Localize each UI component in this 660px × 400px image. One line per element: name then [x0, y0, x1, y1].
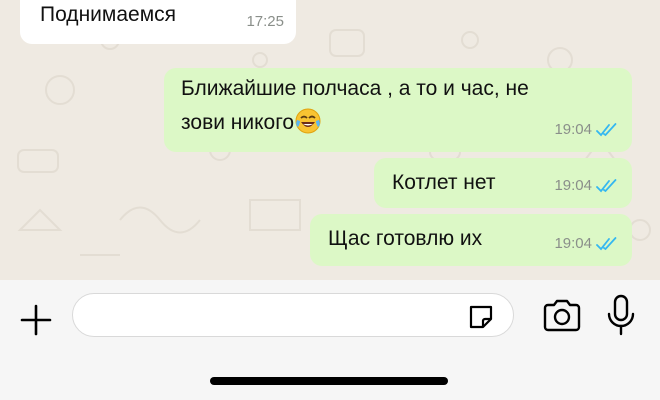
face-with-tears-of-joy-icon: [295, 108, 321, 134]
camera-icon[interactable]: [542, 298, 582, 334]
message-time: 19:04: [554, 121, 592, 138]
message-text-line-2: зови никого: [181, 108, 321, 138]
message-bubble-incoming[interactable]: Поднимаемся 17:25: [20, 0, 296, 44]
message-input-bar: [0, 280, 660, 400]
message-text-line-2-text: зови никого: [181, 111, 295, 134]
message-time: 19:04: [554, 177, 592, 194]
message-time: 17:25: [246, 13, 284, 30]
message-meta: 19:04: [554, 115, 620, 145]
sticker-icon[interactable]: [466, 302, 496, 332]
message-meta: 19:04: [554, 229, 620, 259]
message-bubble-outgoing[interactable]: Щас готовлю их 19:04: [310, 214, 632, 266]
message-time: 19:04: [554, 235, 592, 252]
home-indicator[interactable]: [210, 377, 448, 385]
message-text: Поднимаемся: [40, 3, 176, 26]
message-text: Щас готовлю их: [328, 227, 483, 250]
message-meta: 19:04: [554, 171, 620, 201]
microphone-icon[interactable]: [606, 294, 636, 338]
chat-area[interactable]: Поднимаемся 17:25 Ближайшие полчаса , а …: [0, 0, 660, 280]
double-check-read-icon: [596, 237, 617, 251]
double-check-read-icon: [596, 123, 617, 137]
message-bubble-outgoing[interactable]: Ближайшие полчаса , а то и час, не зови …: [164, 68, 632, 152]
double-check-read-icon: [596, 179, 617, 193]
message-input[interactable]: [72, 293, 514, 337]
message-bubble-outgoing[interactable]: Котлет нет 19:04: [374, 158, 632, 208]
message-text-line-1: Ближайшие полчаса , а то и час, не: [181, 77, 529, 100]
message-text: Котлет нет: [392, 171, 496, 194]
plus-icon[interactable]: [18, 302, 54, 338]
message-meta: 17:25: [246, 7, 284, 37]
